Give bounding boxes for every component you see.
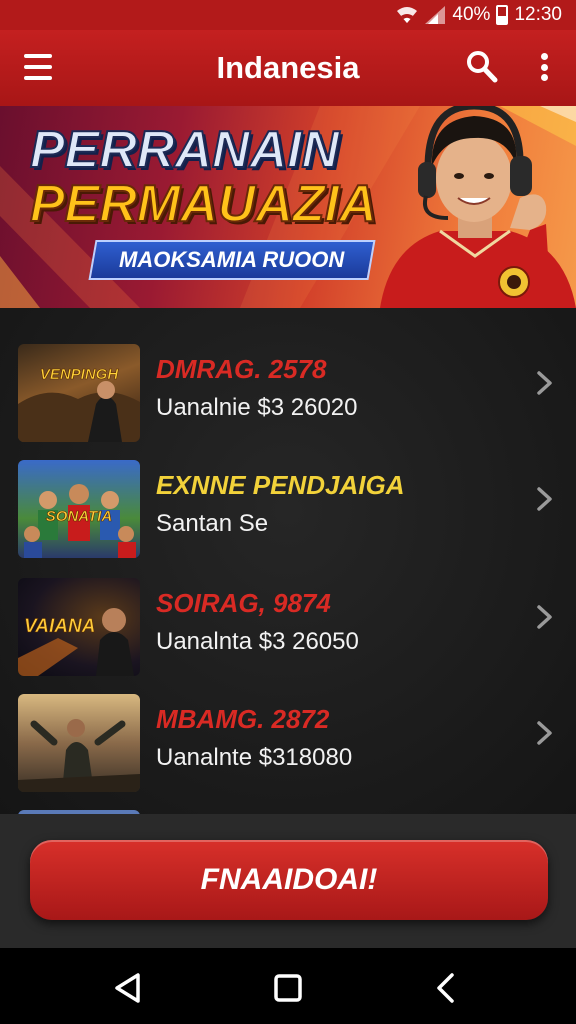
wifi-icon: [397, 7, 418, 23]
thumbnail: VAIANA: [18, 578, 140, 676]
system-nav-bar: [0, 948, 576, 1024]
more-vert-icon[interactable]: [536, 50, 552, 84]
clock: 12:30: [514, 4, 562, 25]
thumbnail-caption: VENPINGH: [39, 366, 119, 383]
item-title: EXNNE PENDJAIGA: [156, 470, 405, 500]
banner-tag: MAOKSAMIA RUOON: [88, 240, 376, 280]
chevron-right-icon: [537, 605, 552, 629]
item-title: DMRAG. 2578: [156, 354, 327, 384]
status-bar: 40% 12:30: [0, 0, 576, 30]
back-triangle-icon[interactable]: [110, 970, 146, 1006]
chevron-left-icon[interactable]: [428, 970, 464, 1006]
bottom-panel: FNAAIDOAI!: [0, 814, 576, 948]
app-bar: Indanesia: [0, 30, 576, 106]
thumbnail: VENPINGH: [18, 344, 140, 442]
thumbnail-caption: VAIANA: [24, 616, 96, 637]
item-title: MBAMG. 2872: [156, 704, 330, 734]
signal-icon: [425, 6, 446, 24]
list-item[interactable]: VENPINGH DMRAG. 2578 Uanalnie $3 26020: [0, 344, 576, 448]
list-item[interactable]: VAIANA SOIRAG, 9874 Uanalnta $3 26050: [0, 578, 576, 682]
battery-percent: 40%: [452, 4, 491, 25]
chevron-right-icon: [537, 721, 552, 745]
item-subtitle: Uanalnte $318080: [156, 744, 353, 771]
item-subtitle: Uanalnta $3 26050: [156, 628, 359, 655]
item-title: SOIRAG, 9874: [156, 588, 331, 618]
thumbnail-caption: SONATIA: [45, 508, 113, 525]
app-screen: 40% 12:30 Indanesia PERRANAIN PERMAUAZIA…: [0, 0, 576, 1024]
thumbnail: [18, 694, 140, 792]
presenter-illustration: [380, 106, 576, 308]
game-list: VENPINGH DMRAG. 2578 Uanalnie $3 26020 S…: [0, 308, 576, 814]
item-subtitle: Uanalnie $3 26020: [156, 394, 358, 421]
chevron-right-icon: [537, 371, 552, 395]
search-icon[interactable]: [466, 50, 498, 84]
chevron-right-icon: [537, 487, 552, 511]
item-subtitle: Santan Se: [156, 510, 269, 537]
home-square-icon[interactable]: [270, 970, 306, 1006]
cta-button[interactable]: FNAAIDOAI!: [30, 840, 548, 920]
thumbnail: SONATIA: [18, 460, 140, 558]
banner-headline: PERRANAIN: [29, 120, 340, 180]
banner-tag-label: MAOKSAMIA RUOON: [119, 247, 345, 272]
promo-banner[interactable]: PERRANAIN PERMAUAZIA MAOKSAMIA RUOON: [0, 106, 576, 308]
banner-subheadline: PERMAUAZIA: [29, 174, 378, 234]
list-item[interactable]: SONATIA EXNNE PENDJAIGA Santan Se: [0, 460, 576, 564]
battery-icon: [496, 5, 509, 25]
list-item[interactable]: MBAMG. 2872 Uanalnte $318080: [0, 694, 576, 798]
